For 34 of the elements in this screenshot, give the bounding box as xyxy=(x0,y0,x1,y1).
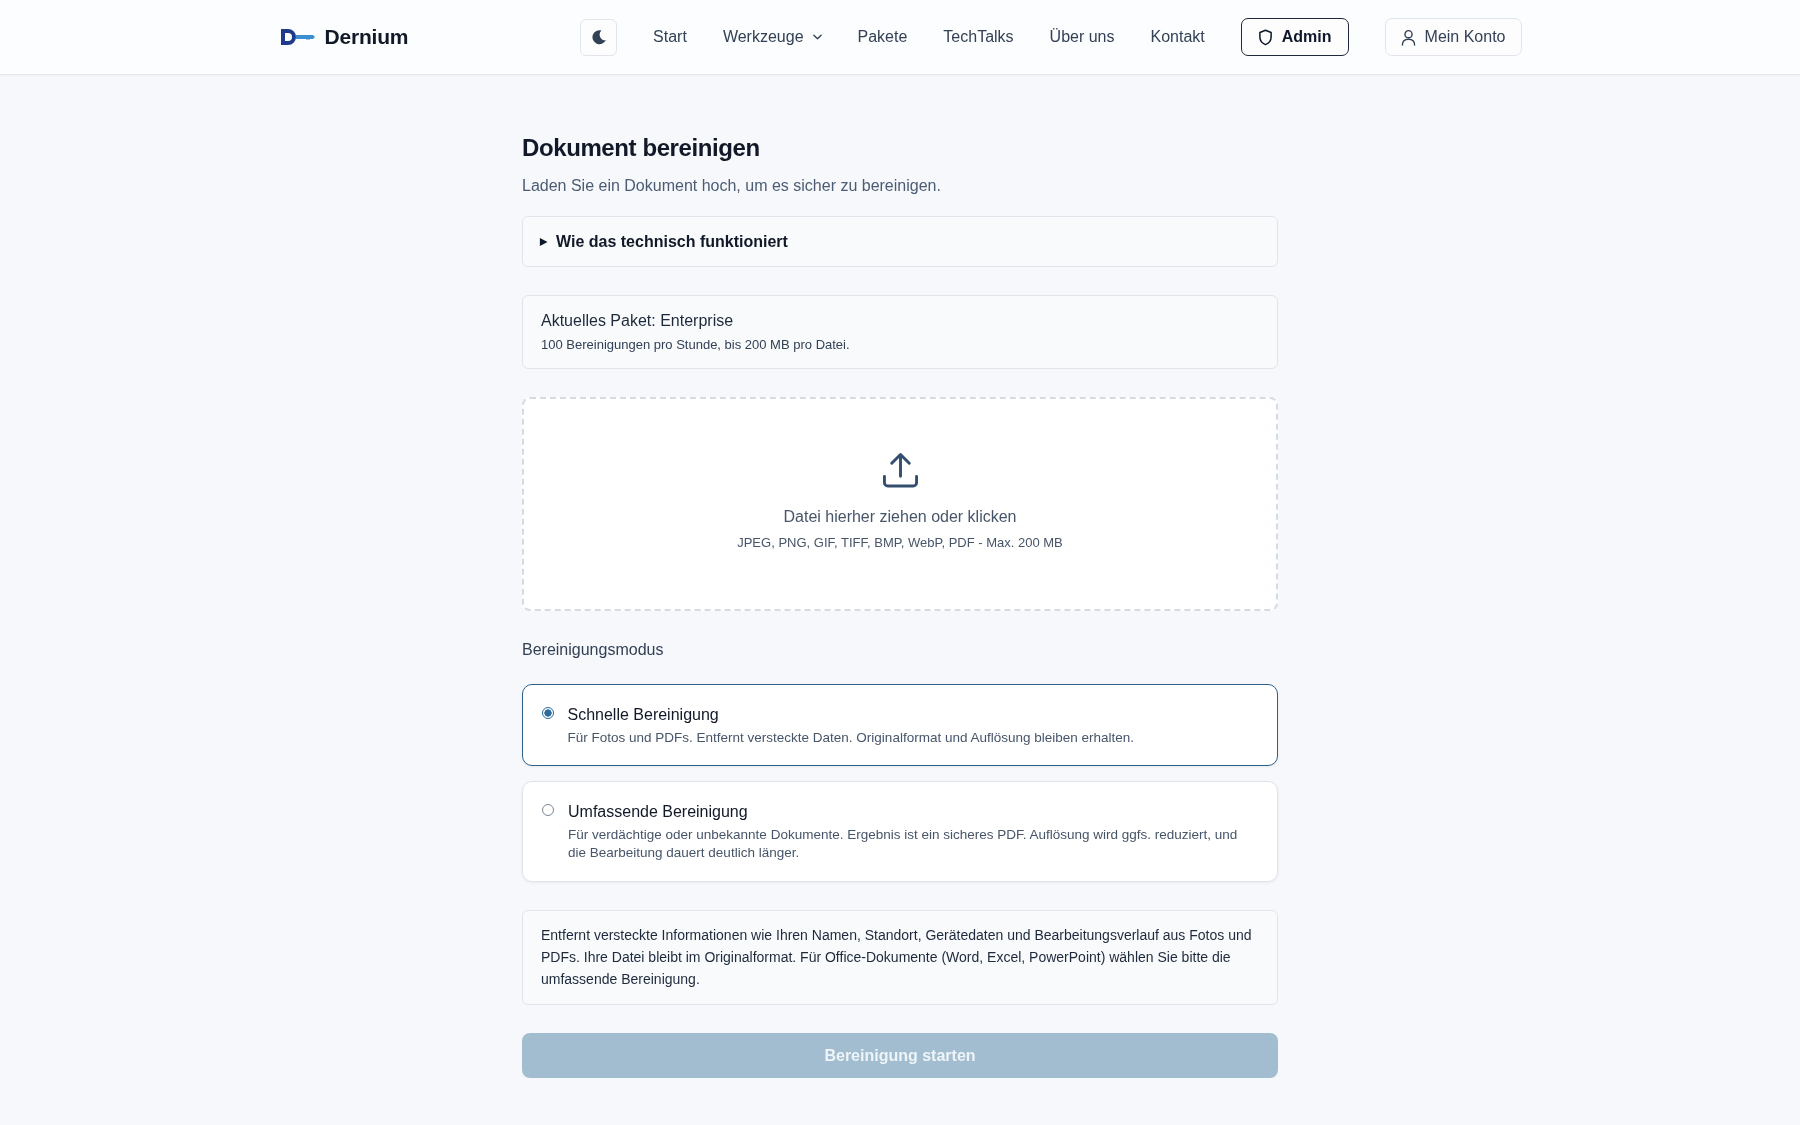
option-title: Umfassende Bereinigung xyxy=(568,802,749,822)
upload-icon xyxy=(881,452,919,489)
mode-label: Bereinigungsmodus xyxy=(522,640,665,660)
option-description: Für verdächtige oder unbekannte Dokumente. Ergebnis ist ein sicheres PDF. Auflösung wird ggfs. reduziert, und die Bearbeitung dauert deutlich länger. xyxy=(568,826,1239,862)
page-subtitle: Laden Sie ein Dokument hoch, um es sicher zu bereinigen. xyxy=(522,176,942,196)
option-title: Schnelle Bereinigung xyxy=(567,704,720,725)
plan-title: Aktuelles Paket: Enterprise xyxy=(541,311,735,331)
account-button[interactable]: Mein Konto xyxy=(1384,18,1522,56)
nav-link[interactable]: TechTalks xyxy=(943,28,1014,46)
logo-icon[interactable] xyxy=(278,27,315,47)
mode-option-card[interactable]: Schnelle Bereinigung Für Fotos und PDFs. Entfernt versteckte Daten. Originalformat und Auflösung bleiben erhalten. xyxy=(522,684,1278,766)
admin-button[interactable]: Admin xyxy=(1240,18,1349,56)
option-description: Für Fotos und PDFs. Entfernt versteckte Daten. Originalformat und Auflösung bleiben erhalten. xyxy=(567,728,1135,747)
radio-button[interactable] xyxy=(542,804,554,816)
dropzone-formats: JPEG, PNG, GIF, TIFF, BMP, WebP, PDF - Max. 200 MB xyxy=(737,534,1063,552)
user-icon xyxy=(1400,28,1416,46)
nav-link[interactable]: Pakete xyxy=(857,28,908,46)
chevron-down-icon xyxy=(812,34,822,40)
dropzone-prompt: Datei hierher ziehen oder klicken xyxy=(783,507,1017,527)
info-note: Entfernt versteckte Informationen wie Ihren Namen, Standort, Gerätedaten und Bearbeitungsverlauf aus Fotos und PDFs. Ihre Datei bleibt im Originalformat. Für Office-Dokumente (Word, Excel, PowerPoint) wählen Sie bitte die umfassende Bereinigung. xyxy=(522,910,1278,1005)
nav-link[interactable]: Start xyxy=(653,28,687,46)
nav-link[interactable]: Über uns xyxy=(1049,28,1115,46)
plan-description: 100 Bereinigungen pro Stunde, bis 200 MB pro Datei. xyxy=(541,336,851,354)
file-dropzone[interactable]: Datei hierher ziehen oder klicken JPEG, PNG, GIF, TIFF, BMP, WebP, PDF - Max. 200 MB xyxy=(522,397,1278,611)
theme-toggle-button[interactable] xyxy=(580,18,618,56)
nav-link[interactable]: Kontakt xyxy=(1150,28,1205,46)
page-title: Dokument bereinigen xyxy=(522,133,761,163)
nav-dropdown[interactable]: Werkzeuge xyxy=(722,28,822,46)
shield-icon xyxy=(1257,28,1273,46)
mode-option-card[interactable]: Umfassende Bereinigung Für verdächtige oder unbekannte Dokumente. Ergebnis ist ein sicheres PDF. Auflösung wird ggfs. reduziert, und die Bearbeitung dauert deutlich länger. xyxy=(522,781,1278,882)
disclosure-summary[interactable]: Wie das technisch funktioniert xyxy=(522,216,1278,267)
moon-icon xyxy=(590,29,607,45)
brand-name[interactable]: Dernium xyxy=(324,25,409,49)
radio-button[interactable] xyxy=(541,706,554,719)
